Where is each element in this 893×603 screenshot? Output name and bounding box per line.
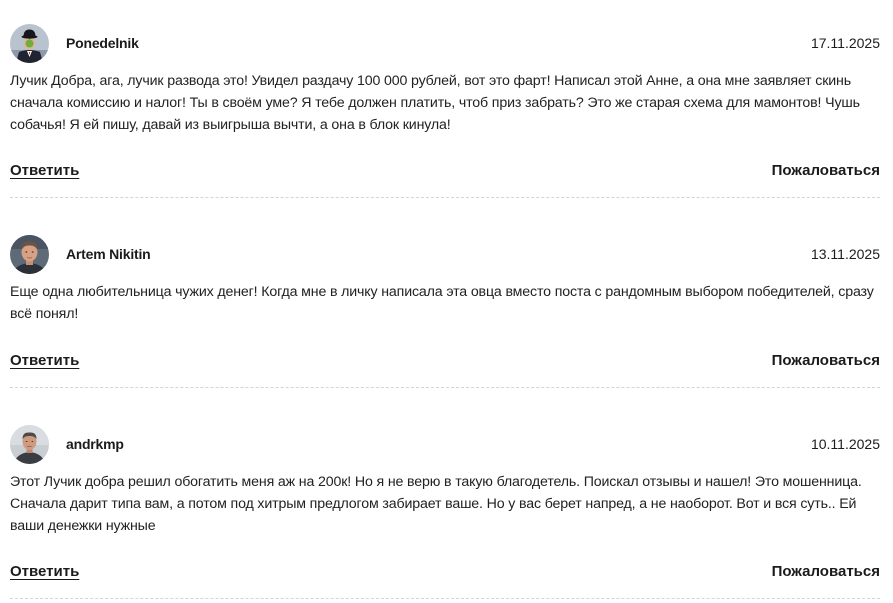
comment-actions: Ответить Пожаловаться xyxy=(10,162,880,184)
complain-link[interactable]: Пожаловаться xyxy=(772,352,880,369)
comment-date: 13.11.2025 xyxy=(810,246,880,262)
user-avatar[interactable] xyxy=(10,235,49,274)
comment-date: 10.11.2025 xyxy=(810,436,880,452)
comment-author[interactable]: Artem Nikitin xyxy=(66,246,151,262)
comment-header: andrkmp 10.11.2025 Этот Лучик добра реши… xyxy=(10,401,880,534)
comment-item: andrkmp 10.11.2025 Этот Лучик добра реши… xyxy=(10,401,880,599)
comment-item: Ponedelnik 17.11.2025 Лучик Добра, ага, … xyxy=(10,0,880,198)
comment-item: Artem Nikitin 13.11.2025 Еще одна любите… xyxy=(10,211,880,388)
comment-header: Artem Nikitin 13.11.2025 Еще одна любите… xyxy=(10,211,880,322)
comment-header: Ponedelnik 17.11.2025 Лучик Добра, ага, … xyxy=(10,0,880,133)
comment-divider xyxy=(10,197,880,198)
comment-actions: Ответить Пожаловаться xyxy=(10,563,880,585)
reply-link[interactable]: Ответить xyxy=(10,563,79,580)
user-avatar[interactable] xyxy=(10,425,49,464)
reply-link[interactable]: Ответить xyxy=(10,352,79,369)
user-avatar[interactable] xyxy=(10,24,49,63)
complain-link[interactable]: Пожаловаться xyxy=(772,162,880,179)
comment-divider xyxy=(10,387,880,388)
comment-text: Еще одна любительница чужих денег! Когда… xyxy=(10,284,874,322)
comment-author[interactable]: Ponedelnik xyxy=(66,35,139,51)
comment-author[interactable]: andrkmp xyxy=(66,436,124,452)
comment-text: Этот Лучик добра решил обогатить меня аж… xyxy=(10,474,862,534)
comment-divider xyxy=(10,598,880,599)
comment-date: 17.11.2025 xyxy=(810,35,880,51)
comment-actions: Ответить Пожаловаться xyxy=(10,352,880,374)
reply-link[interactable]: Ответить xyxy=(10,162,79,179)
comment-text: Лучик Добра, ага, лучик развода это! Уви… xyxy=(10,73,860,133)
complain-link[interactable]: Пожаловаться xyxy=(772,563,880,580)
